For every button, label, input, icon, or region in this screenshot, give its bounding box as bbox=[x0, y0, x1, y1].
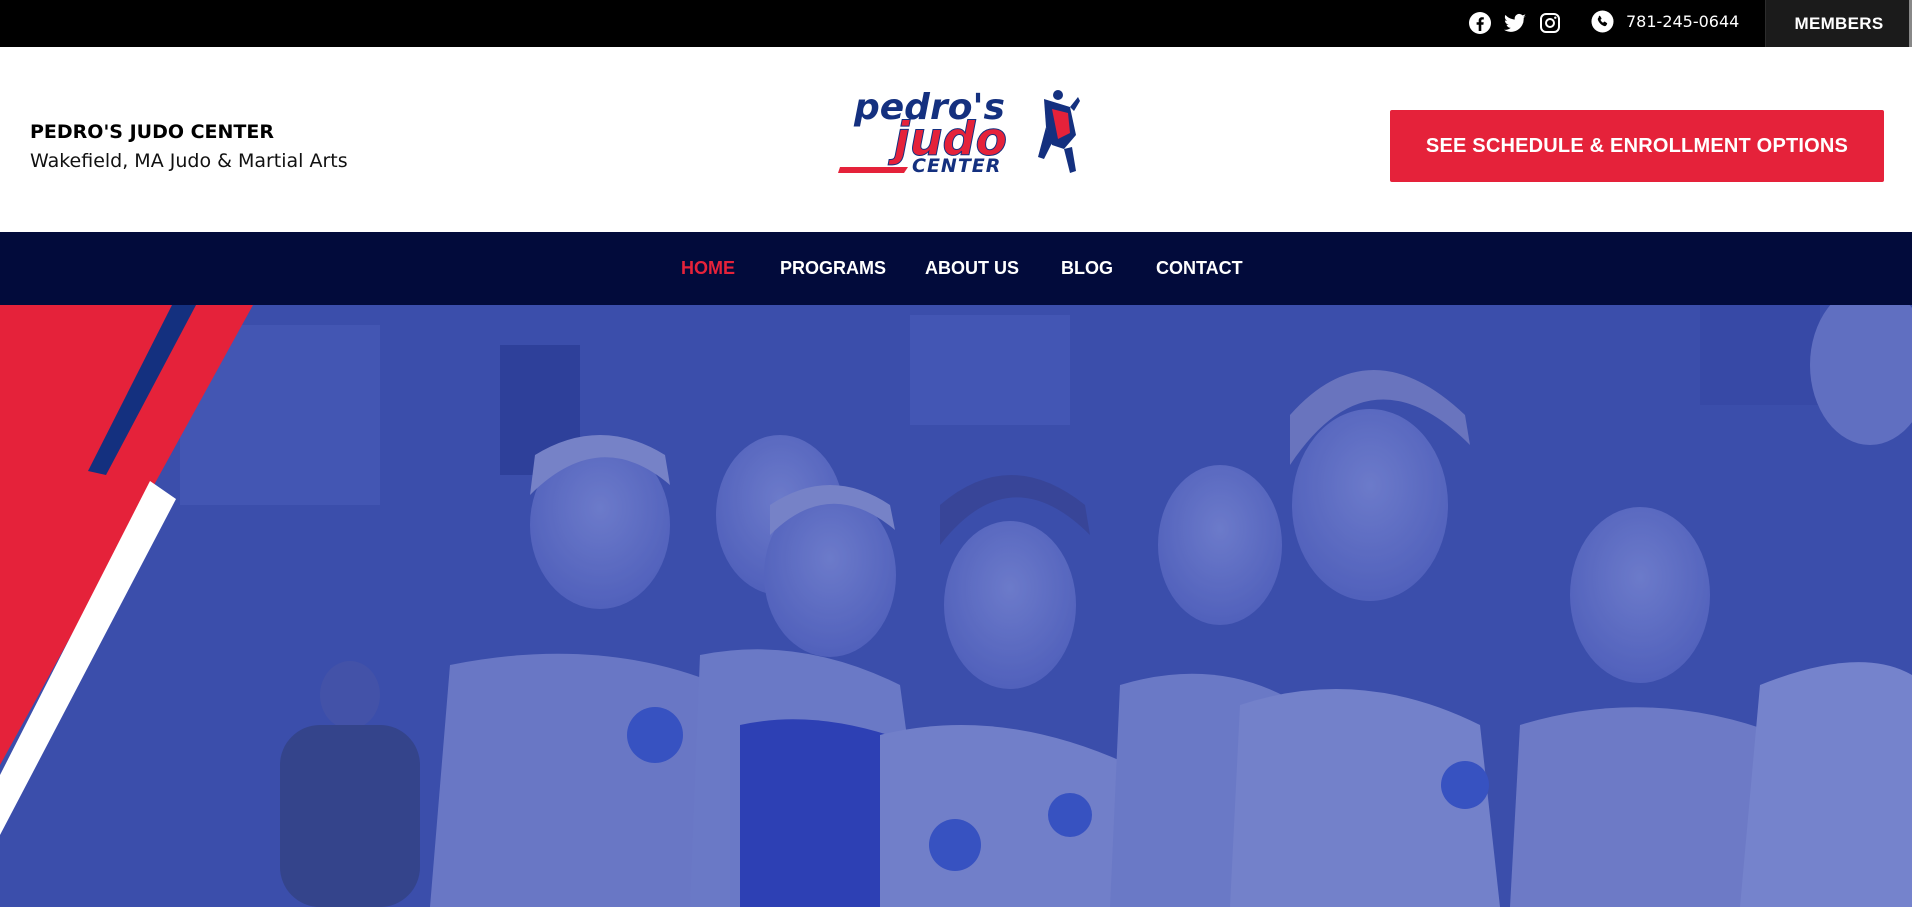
pedros-judo-center-logo[interactable]: pedro's judo CENTER bbox=[838, 87, 1082, 177]
schedule-enrollment-button[interactable]: SEE SCHEDULE & ENROLLMENT OPTIONS bbox=[1390, 110, 1884, 182]
site-tagline: Wakefield, MA Judo & Martial Arts bbox=[30, 150, 348, 172]
social-links bbox=[1468, 11, 1562, 35]
phone-link[interactable]: 781-245-0644 bbox=[1591, 10, 1739, 33]
nav-item-home[interactable]: HOME bbox=[681, 258, 735, 279]
hero-photo bbox=[0, 305, 1912, 907]
logo-line-3: CENTER bbox=[912, 155, 1001, 177]
instagram-icon[interactable] bbox=[1538, 11, 1562, 35]
phone-number[interactable]: 781-245-0644 bbox=[1626, 12, 1739, 31]
site-header: PEDRO'S JUDO CENTER Wakefield, MA Judo &… bbox=[0, 47, 1912, 232]
twitter-icon[interactable] bbox=[1503, 11, 1527, 35]
top-bar: 781-245-0644 MEMBERS bbox=[0, 0, 1912, 108]
nav-item-blog[interactable]: BLOG bbox=[1061, 258, 1113, 279]
nav-item-contact[interactable]: CONTACT bbox=[1156, 258, 1243, 279]
facebook-icon[interactable] bbox=[1468, 11, 1492, 35]
site-name: PEDRO'S JUDO CENTER bbox=[30, 121, 275, 143]
judoka-figure bbox=[1038, 90, 1080, 173]
members-button[interactable]: MEMBERS bbox=[1765, 0, 1912, 47]
main-nav: HOME PROGRAMS ABOUT US BLOG CONTACT bbox=[0, 232, 1912, 305]
nav-item-about-us[interactable]: ABOUT US bbox=[925, 258, 1019, 279]
nav-item-programs[interactable]: PROGRAMS bbox=[780, 258, 886, 279]
phone-icon bbox=[1591, 10, 1614, 33]
hero-banner bbox=[0, 305, 1912, 907]
